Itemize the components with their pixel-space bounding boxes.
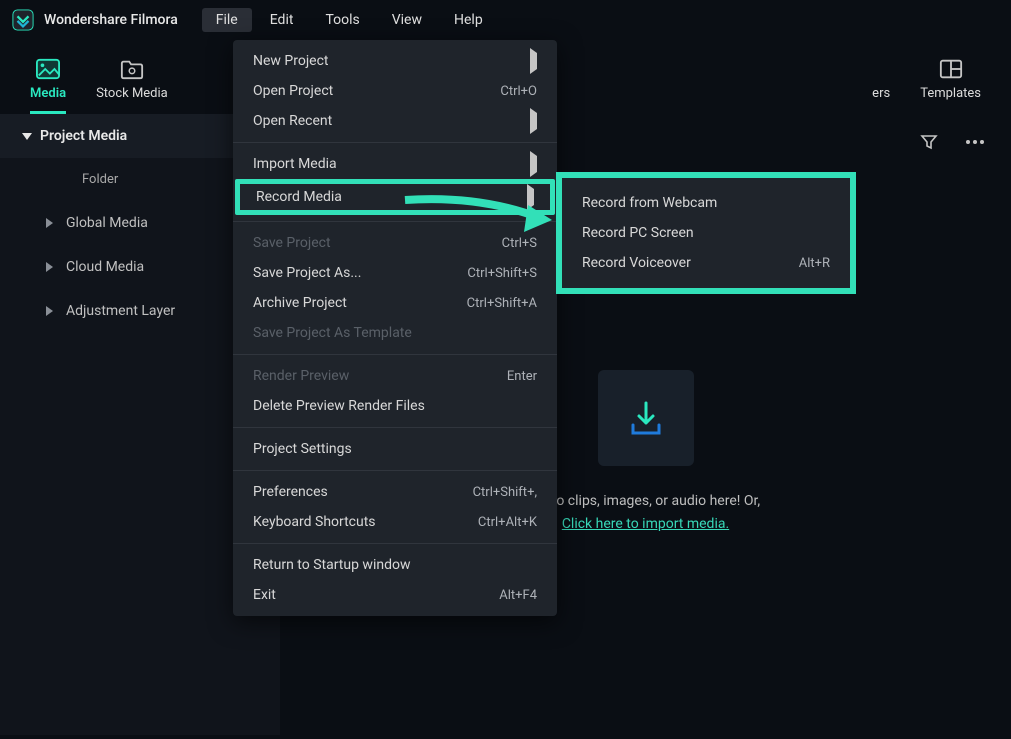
chevron-right-icon [46,262,53,272]
menu-separator [233,543,557,544]
chevron-down-icon [22,133,32,140]
chevron-right-icon [46,218,53,228]
submenu-arrow-icon [530,156,537,172]
menu-exit[interactable]: Exit Alt+F4 [233,580,557,610]
menu-new-project[interactable]: New Project [233,46,557,76]
menu-separator [233,427,557,428]
import-link[interactable]: Click here to import media. [562,516,729,532]
app-logo: Wondershare Filmora [12,9,178,31]
menu-delete-render[interactable]: Delete Preview Render Files [233,391,557,421]
templates-icon [939,58,963,80]
folder-icon [120,58,144,80]
sidebar-label: Project Media [40,128,127,144]
filter-button[interactable] [913,126,945,158]
submenu-record-webcam[interactable]: Record from Webcam [562,188,850,218]
submenu-record-screen[interactable]: Record PC Screen [562,218,850,248]
menu-separator [233,142,557,143]
more-icon [965,139,985,145]
submenu-record-voiceover[interactable]: Record Voiceover Alt+R [562,248,850,278]
sidebar-label: Global Media [66,215,148,231]
chevron-right-icon [46,306,53,316]
menu-separator [233,470,557,471]
tab-media[interactable]: Media [30,58,66,114]
submenu-arrow-icon [530,113,537,129]
menu-preferences[interactable]: Preferences Ctrl+Shift+, [233,477,557,507]
tab-partial-ers[interactable]: ers [872,86,890,114]
menu-open-recent[interactable]: Open Recent [233,106,557,136]
menu-open-project[interactable]: Open Project Ctrl+O [233,76,557,106]
tab-label: Media [30,86,66,101]
drop-line1: video clips, images, or audio here! Or, [531,493,760,509]
app-title: Wondershare Filmora [44,12,178,28]
sidebar-label: Folder [82,172,118,187]
menu-save-as[interactable]: Save Project As... Ctrl+Shift+S [233,258,557,288]
menu-import-media[interactable]: Import Media [233,149,557,179]
tab-label: Templates [920,86,981,101]
import-icon [623,395,669,441]
menu-separator [233,354,557,355]
more-button[interactable] [959,126,991,158]
menu-save-template: Save Project As Template [233,318,557,348]
menu-file[interactable]: File [202,8,252,32]
menu-view[interactable]: View [378,8,436,32]
tutorial-arrow-icon [400,190,560,240]
tab-label: ers [872,86,890,101]
menu-tools[interactable]: Tools [311,8,373,32]
drop-text: video clips, images, or audio here! Or, … [531,490,760,535]
titlebar: Wondershare Filmora File Edit Tools View… [0,0,1011,40]
sidebar-label: Adjustment Layer [66,303,175,319]
tab-templates[interactable]: Templates [920,58,981,114]
record-media-submenu: Record from Webcam Record PC Screen Reco… [556,172,856,294]
menu-render-preview: Render Preview Enter [233,361,557,391]
filter-icon [920,133,938,151]
file-menu-dropdown: New Project Open Project Ctrl+O Open Rec… [233,40,557,616]
menubar: File Edit Tools View Help [202,8,497,32]
menu-shortcuts[interactable]: Keyboard Shortcuts Ctrl+Alt+K [233,507,557,537]
menu-edit[interactable]: Edit [256,8,308,32]
sidebar-label: Cloud Media [66,259,144,275]
menu-archive[interactable]: Archive Project Ctrl+Shift+A [233,288,557,318]
menu-project-settings[interactable]: Project Settings [233,434,557,464]
tab-label: Stock Media [96,86,168,101]
import-tile[interactable] [598,370,694,466]
submenu-arrow-icon [530,53,537,69]
media-icon [36,58,60,80]
menu-return-startup[interactable]: Return to Startup window [233,550,557,580]
logo-icon [12,9,34,31]
tab-stock-media[interactable]: Stock Media [96,58,168,114]
menu-help[interactable]: Help [440,8,497,32]
